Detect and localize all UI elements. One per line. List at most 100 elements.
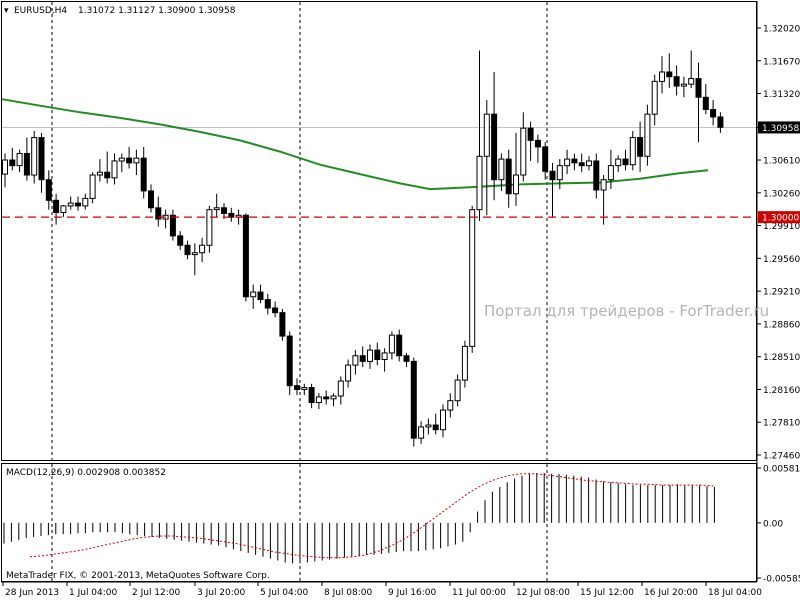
bull-candle-body <box>476 155 483 211</box>
time-tick-label: 2 Jul 12:00 <box>132 588 181 598</box>
bull-candle-body <box>688 78 695 85</box>
bear-candle-body <box>242 214 249 298</box>
bear-candle-body <box>396 334 403 357</box>
bear-candle-body <box>75 202 81 207</box>
level-price-label: 1.30000 <box>762 214 799 224</box>
bull-candle-body <box>644 113 651 157</box>
bear-candle-body <box>286 335 293 387</box>
bull-candle-body <box>16 152 23 167</box>
bear-candle-body <box>140 157 147 192</box>
bear-candle-body <box>549 170 556 181</box>
bull-candle-body <box>67 202 74 207</box>
bear-candle-body <box>104 171 111 179</box>
bear-candle-body <box>38 137 45 181</box>
bull-candle-body <box>118 157 125 162</box>
bull-candle-body <box>301 387 308 390</box>
time-tick-label: 9 Jul 16:00 <box>388 588 437 598</box>
candle <box>469 205 476 353</box>
bull-candle-body <box>469 209 476 347</box>
bear-candle-body <box>23 152 30 176</box>
bear-candle-body <box>710 108 717 118</box>
bear-candle-body <box>272 307 279 314</box>
bull-candle-body <box>607 165 614 181</box>
bear-candle-body <box>673 76 680 87</box>
price-tick-label: 1.31320 <box>763 90 800 100</box>
bear-candle-body <box>257 291 264 301</box>
bear-candle-body <box>9 159 16 167</box>
bull-candle-body <box>513 174 519 195</box>
price-tick-label: 1.29210 <box>763 288 800 298</box>
bull-candle-body <box>2 159 8 175</box>
bear-candle-body <box>491 113 498 181</box>
bull-candle-body <box>520 127 527 176</box>
time-tick-label: 5 Jul 04:00 <box>260 588 309 598</box>
candle <box>89 172 96 204</box>
bull-candle-body <box>629 137 636 166</box>
candle <box>206 205 213 253</box>
price-tick-label: 1.30260 <box>763 189 800 199</box>
time-tick-label: 18 Jul 04:00 <box>708 588 762 598</box>
bear-candle-body <box>432 424 439 431</box>
bull-candle-body <box>82 197 89 207</box>
bull-candle-body <box>381 352 388 360</box>
bear-candle-body <box>177 235 184 246</box>
time-tick-label: 1 Jul 04:00 <box>69 588 118 598</box>
bear-candle-body <box>126 157 133 164</box>
bull-candle-body <box>483 113 490 157</box>
time-tick-label: 3 Jul 20:00 <box>197 588 246 598</box>
bear-candle-body <box>571 158 578 164</box>
bull-candle-body <box>388 334 395 354</box>
bull-candle-body <box>191 252 198 256</box>
bear-candle-body <box>666 71 673 78</box>
bull-candle-body <box>199 244 206 254</box>
bear-candle-body <box>717 116 724 128</box>
price-tick-label: 1.32020 <box>763 25 800 35</box>
macd-title: MACD(12,26,9) 0.002908 0.003852 <box>6 468 166 478</box>
bull-candle-body <box>60 205 67 213</box>
bull-candle-body <box>425 424 432 428</box>
candle <box>410 357 417 447</box>
bull-candle-body <box>418 426 425 439</box>
chart-ohlc: 1.31072 1.31127 1.30900 1.30958 <box>78 6 236 16</box>
candle <box>242 213 249 302</box>
bull-candle-body <box>352 355 359 366</box>
bull-candle-body <box>651 80 658 115</box>
candle <box>461 340 468 388</box>
bear-candle-body <box>221 207 227 214</box>
bull-candle-body <box>680 83 687 87</box>
bear-candle-body <box>308 387 315 404</box>
footer-copyright: MetaTrader FIX, © 2001-2013, MetaQuotes … <box>6 571 270 581</box>
price-chart[interactable]: Портал для трейдеров - ForTrader.ru 1.32… <box>0 0 800 600</box>
price-tick-label: 1.28160 <box>763 386 800 396</box>
price-tick-label: 1.28510 <box>763 353 800 363</box>
macd-tick-label: -0.005852 <box>763 575 800 585</box>
watermark: Портал для трейдеров - ForTrader.ru <box>484 302 769 320</box>
time-tick-label: 11 Jul 00:00 <box>452 588 506 598</box>
bear-candle-body <box>622 158 629 166</box>
bull-candle-body <box>111 160 118 179</box>
bear-candle-body <box>593 160 600 191</box>
symbol-arrow-icon[interactable]: ▾ <box>4 6 9 16</box>
price-tick-label: 1.27810 <box>763 419 800 429</box>
bull-candle-body <box>556 165 563 181</box>
bear-candle-body <box>294 385 300 390</box>
chart-symbol: EURUSD,H4 <box>14 6 67 16</box>
price-tick-label: 1.30610 <box>763 157 800 167</box>
bull-candle-body <box>600 179 607 191</box>
bull-candle-body <box>96 171 103 176</box>
bear-candle-body <box>527 127 534 141</box>
price-tick-label: 1.27460 <box>763 452 800 462</box>
bull-candle-body <box>315 396 322 404</box>
bear-candle-body <box>53 199 60 213</box>
bull-candle-body <box>461 345 468 381</box>
bull-candle-body <box>330 395 337 400</box>
candle <box>286 331 293 396</box>
bear-candle-body <box>374 349 381 360</box>
bear-candle-body <box>169 214 176 237</box>
bear-candle-body <box>359 355 366 362</box>
bear-candle-body <box>264 299 271 309</box>
bear-candle-body <box>695 78 702 98</box>
time-tick-label: 15 Jul 12:00 <box>580 588 634 598</box>
bull-candle-body <box>213 207 220 211</box>
bear-candle-body <box>45 179 52 201</box>
